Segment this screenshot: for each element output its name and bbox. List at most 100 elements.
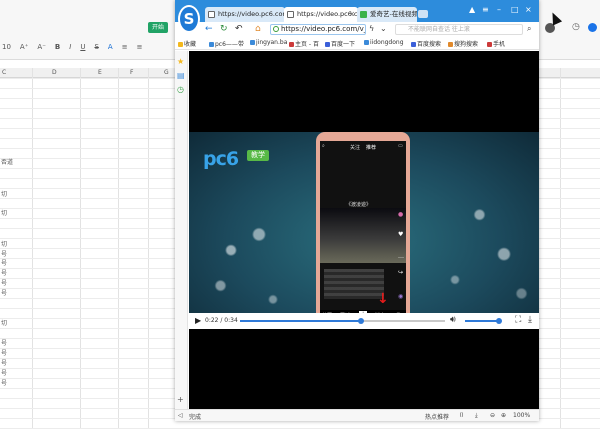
download-manager-icon[interactable]: ⤓ [475, 412, 478, 420]
close-icon[interactable]: × [525, 5, 532, 14]
bookmark-jingyan[interactable]: jingyan.ba [250, 39, 287, 46]
undo-icon[interactable]: ↶ [235, 24, 243, 34]
hot-news-link[interactable]: 热点推荐 [425, 412, 449, 421]
document-icon[interactable]: ▤ [177, 71, 185, 80]
italic-button[interactable]: I [69, 43, 71, 51]
chevron-down-icon[interactable]: ⌄ [380, 24, 387, 33]
status-text: 完成 [189, 414, 202, 421]
status-bar: ◁ 完成 热点推荐 ⌷ ⤓ ⊖ ⊕ 100% [175, 409, 539, 421]
tab-iqiyi[interactable]: 爱奇艺-在线视频网站 [357, 7, 417, 22]
cell[interactable]: 号 [1, 278, 7, 287]
page-icon [209, 41, 214, 47]
align-center-button[interactable]: ≡ [137, 43, 143, 51]
refresh-icon[interactable]: ↻ [220, 24, 228, 34]
format-toolbar: 10 A⁺ A⁻ B I U S A ≡ ≡ [0, 40, 142, 54]
bold-button[interactable]: B [55, 43, 60, 51]
cell[interactable]: 号 [1, 368, 7, 377]
title-bar: https://video.pc6.com https://video.pc6.… [175, 0, 539, 22]
search-icon[interactable]: ⌕ [527, 24, 531, 34]
volume-handle[interactable] [496, 318, 502, 324]
phone-screen: ⌕ 关注 推荐 ▭ 《渡凌遊》 ● ♥ … ↪ ◉ ↓ 首页 同城 [320, 141, 406, 320]
bookmark-iidongdong[interactable]: iidongdong [364, 39, 404, 46]
tutorial-badge: 教学 [247, 150, 269, 161]
column-f[interactable]: F [130, 69, 133, 76]
browser-logo[interactable]: S [178, 5, 200, 33]
skin-icon[interactable]: ▲ [469, 5, 475, 14]
page-icon [208, 11, 215, 18]
tab-video-2[interactable]: https://video.pc6.com/v_ × [284, 7, 358, 22]
tab-label: 爱奇艺-在线视频网站 [370, 10, 417, 18]
search-input[interactable]: 不能联网自查话 往上滚 [395, 24, 523, 35]
phone-tab-follow: 关注 [350, 145, 361, 151]
sound-icon[interactable]: ◁ [178, 412, 183, 419]
seek-bar[interactable] [240, 318, 445, 324]
cell[interactable]: 切 [1, 318, 7, 327]
cell[interactable]: 否道 [1, 157, 13, 166]
grow-font-button[interactable]: A⁺ [20, 43, 28, 51]
bookmark-sogou[interactable]: 搜狗搜索 [448, 39, 478, 48]
cell[interactable]: 号 [1, 268, 7, 277]
strikethrough-button[interactable]: S [94, 43, 98, 51]
history-icon[interactable]: ◷ [572, 22, 580, 32]
lightning-icon[interactable]: ϟ [369, 24, 374, 33]
shrink-font-button[interactable]: A⁻ [37, 43, 45, 51]
bookmark-mobile[interactable]: 手机 [487, 39, 505, 48]
cell[interactable]: 切 [1, 189, 7, 198]
cell[interactable]: 号 [1, 358, 7, 367]
font-color-button[interactable]: A [108, 43, 113, 51]
camera-icon[interactable]: ⌷ [460, 412, 464, 420]
download-icon[interactable]: ⤓ [528, 315, 532, 325]
browser-sidebar: ★ ▤ ◷ + [175, 51, 188, 409]
tab-video-1[interactable]: https://video.pc6.com [205, 7, 285, 22]
comment-icon: … [398, 253, 404, 260]
star-icon[interactable]: ★ [177, 57, 184, 66]
url-text: https://video.pc6.com/v_ [281, 25, 366, 33]
bookmark-pc6[interactable]: pc6——带 [209, 39, 244, 48]
new-tab-button[interactable] [418, 10, 428, 18]
cell[interactable]: 切 [1, 208, 7, 217]
user-icon[interactable] [588, 23, 597, 32]
column-c[interactable]: C [2, 69, 6, 76]
column-d[interactable]: D [52, 69, 57, 76]
music-disc-icon: ◉ [398, 293, 404, 300]
volume-icon[interactable]: 🔊︎ [450, 315, 456, 325]
fullscreen-icon[interactable]: ⛶ [515, 315, 521, 325]
bookmark-baidu[interactable]: 百度一下 [325, 39, 355, 48]
time-readout: 0:22 / 0:34 [205, 317, 238, 324]
cell[interactable]: 号 [1, 249, 7, 258]
address-bar[interactable]: https://video.pc6.com/v_ [270, 24, 366, 35]
video-player[interactable]: pc6 教学 ⌕ 关注 推荐 ▭ 《渡凌遊》 ● ♥ … ↪ ◉ ↓ [189, 132, 539, 329]
volume-slider[interactable] [465, 320, 499, 322]
play-icon[interactable]: ▶ [195, 316, 201, 325]
phone-mockup: ⌕ 关注 推荐 ▭ 《渡凌遊》 ● ♥ … ↪ ◉ ↓ 首页 同城 [316, 132, 410, 320]
start-tab[interactable]: 开始 [148, 22, 168, 33]
column-g[interactable]: G [164, 69, 169, 76]
zoom-out-icon[interactable]: ⊖ [490, 412, 495, 419]
add-icon[interactable]: + [177, 395, 184, 404]
font-size-select[interactable]: 10 [2, 43, 11, 51]
bookmark-baidu-search[interactable]: 百度搜索 [411, 39, 441, 48]
column-e[interactable]: E [98, 69, 102, 76]
seek-handle[interactable] [357, 318, 364, 324]
cell[interactable]: 号 [1, 378, 7, 387]
menu-icon[interactable]: ≡ [482, 5, 489, 14]
cell[interactable]: 切 [1, 239, 7, 248]
align-left-button[interactable]: ≡ [122, 43, 128, 51]
phone-tab-recommend: 推荐 [366, 145, 377, 151]
back-icon[interactable]: ← [205, 24, 213, 34]
zoom-in-icon[interactable]: ⊕ [501, 412, 506, 419]
cell[interactable]: 号 [1, 288, 7, 297]
search-icon: ⌕ [322, 143, 325, 149]
underline-button[interactable]: U [80, 43, 85, 51]
maximize-icon[interactable]: □ [511, 5, 519, 14]
home-icon[interactable]: ⌂ [255, 24, 261, 34]
clock-icon[interactable]: ◷ [177, 85, 184, 94]
bookmark-favorites[interactable]: 收藏 [178, 39, 196, 48]
cell[interactable]: 号 [1, 348, 7, 357]
sogou-icon [448, 41, 453, 47]
cell[interactable]: 号 [1, 338, 7, 347]
close-tab-icon[interactable]: × [349, 7, 355, 22]
cell[interactable]: 号 [1, 258, 7, 267]
minimize-icon[interactable]: – [497, 5, 501, 14]
bookmark-home[interactable]: 主页 - 百 [289, 39, 319, 48]
